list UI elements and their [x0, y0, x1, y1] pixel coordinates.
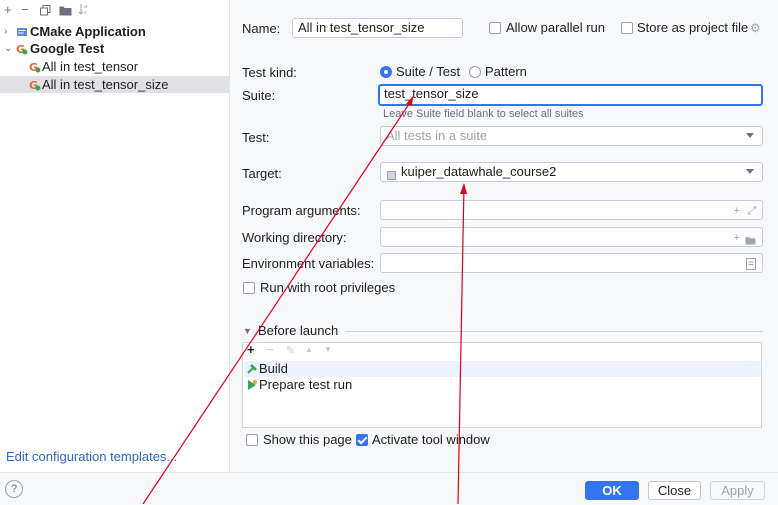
store-as-project-file-label: Store as project file — [637, 20, 749, 35]
tree-item-label: Google Test — [30, 41, 105, 56]
tree-item-cmake-application[interactable]: › CMake Application — [0, 23, 229, 40]
tree-item-google-test[interactable]: ⌄ G Google Test — [0, 40, 229, 57]
close-button[interactable]: Close — [648, 481, 701, 500]
google-test-icon: G — [29, 60, 41, 74]
folder-icon[interactable] — [59, 4, 72, 19]
remove-configuration-icon[interactable]: − — [21, 2, 29, 17]
run-with-root-privileges-checkbox[interactable] — [243, 282, 255, 294]
edit-configuration-templates-link[interactable]: Edit configuration templates... — [6, 449, 177, 464]
chevron-down-icon — [746, 169, 754, 174]
svg-text:z: z — [84, 10, 87, 15]
chevron-down-icon — [746, 133, 754, 138]
allow-parallel-run-label: Allow parallel run — [506, 20, 605, 35]
before-launch-item-label: Build — [259, 361, 288, 376]
cmake-icon — [16, 25, 28, 37]
suite-test-radio[interactable] — [380, 66, 392, 78]
suite-test-option-label: Suite / Test — [396, 64, 461, 79]
chevron-down-icon[interactable]: ⌄ — [4, 40, 12, 57]
configurations-tree-pane: + − az › CMake Application ⌄ G Google Te… — [0, 0, 230, 472]
chevron-right-icon[interactable]: › — [4, 23, 7, 40]
working-directory-input[interactable]: + — [380, 227, 763, 247]
run-icon — [246, 379, 258, 395]
test-dropdown-placeholder: All tests in a suite — [386, 128, 488, 143]
add-icon[interactable]: + — [734, 229, 740, 246]
allow-parallel-run-checkbox[interactable] — [489, 22, 501, 34]
before-launch-title: Before launch — [258, 323, 339, 338]
add-configuration-icon[interactable]: + — [4, 2, 12, 17]
show-this-page-checkbox[interactable] — [246, 434, 258, 446]
google-test-icon: G — [16, 42, 28, 56]
ok-button[interactable]: OK — [585, 481, 639, 500]
pattern-radio[interactable] — [469, 66, 481, 78]
target-dropdown[interactable]: kuiper_datawhale_course2 — [380, 162, 763, 182]
move-down-icon[interactable]: ▼ — [324, 345, 332, 354]
tree-item-all-in-test-tensor-size[interactable]: G All in test_tensor_size — [0, 76, 229, 93]
show-this-page-label: Show this page — [263, 432, 352, 447]
before-launch-item-build[interactable]: Build — [244, 361, 761, 377]
working-directory-label: Working directory: — [242, 230, 347, 245]
name-label: Name: — [242, 21, 281, 36]
google-test-icon: G — [29, 78, 41, 92]
tree-item-label: All in test_tensor — [42, 59, 139, 74]
add-task-icon[interactable]: + — [247, 342, 255, 357]
before-launch-item-prepare[interactable]: Prepare test run — [244, 377, 761, 393]
copy-icon[interactable] — [40, 4, 51, 19]
program-arguments-label: Program arguments: — [242, 203, 361, 218]
suite-input[interactable]: test_tensor_size — [378, 84, 763, 106]
apply-button[interactable]: Apply — [710, 481, 765, 500]
section-divider — [346, 331, 763, 332]
pattern-option-label: Pattern — [485, 64, 527, 79]
target-label: Target: — [242, 166, 282, 181]
tree-item-label: All in test_tensor_size — [42, 77, 169, 92]
store-as-project-file-checkbox[interactable] — [621, 22, 633, 34]
environment-variables-label: Environment variables: — [242, 256, 375, 271]
remove-task-icon[interactable]: − — [266, 342, 274, 357]
program-arguments-input[interactable]: + ⤢ — [380, 200, 763, 220]
dialog-button-bar: ? OK Close Apply — [0, 472, 778, 505]
target-value: kuiper_datawhale_course2 — [401, 164, 557, 179]
test-label: Test: — [242, 130, 270, 145]
suite-label: Suite: — [242, 88, 276, 103]
suite-hint-text: Leave Suite field blank to select all su… — [383, 108, 584, 120]
expand-icon[interactable]: ⤢ — [747, 202, 756, 219]
edit-pencil-icon[interactable]: ✎ — [286, 344, 295, 357]
chevron-down-icon[interactable]: ▼ — [243, 326, 252, 336]
help-button[interactable]: ? — [5, 480, 23, 498]
folder-icon[interactable] — [745, 232, 756, 246]
activate-tool-window-checkbox[interactable] — [356, 434, 368, 446]
activate-tool-window-label: Activate tool window — [372, 432, 490, 447]
add-icon[interactable]: + — [734, 202, 740, 219]
move-up-icon[interactable]: ▲ — [305, 345, 313, 354]
sort-icon[interactable]: az — [78, 3, 89, 18]
test-dropdown[interactable]: All tests in a suite — [380, 126, 763, 146]
tree-item-all-in-test-tensor[interactable]: G All in test_tensor — [0, 58, 229, 75]
document-icon[interactable] — [746, 257, 756, 272]
gear-icon[interactable]: ⚙ — [750, 21, 761, 35]
before-launch-item-label: Prepare test run — [259, 377, 353, 392]
tree-item-label: CMake Application — [30, 24, 146, 39]
run-with-root-privileges-label: Run with root privileges — [260, 280, 396, 295]
target-icon — [387, 167, 396, 181]
test-kind-label: Test kind: — [242, 65, 297, 80]
name-input[interactable]: All in test_tensor_size — [292, 18, 463, 38]
before-launch-panel: + − ✎ ▲ ▼ Build Prepare test run — [242, 342, 762, 428]
environment-variables-input[interactable] — [380, 253, 763, 273]
